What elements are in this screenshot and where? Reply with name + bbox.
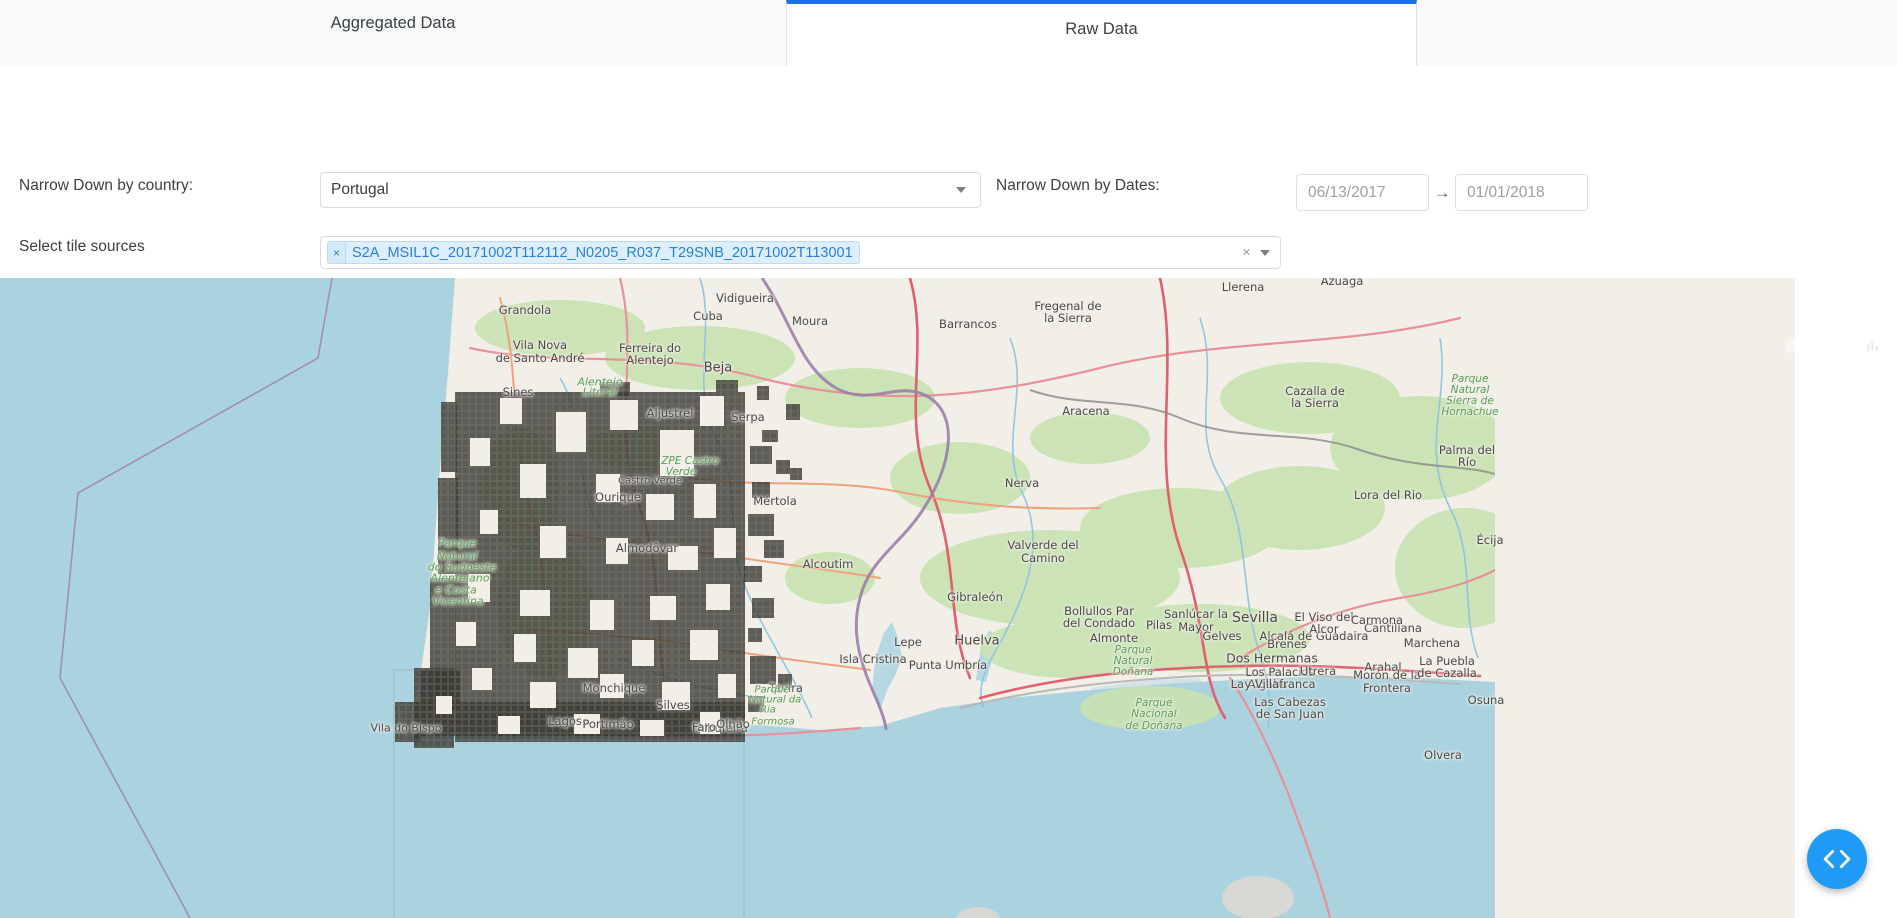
tile-sources-label: Select tile sources — [19, 238, 145, 255]
tile-source-chip[interactable]: × S2A_MSIL1C_20171002T112112_N0205_R037_… — [327, 241, 860, 264]
pan-icon[interactable] — [1820, 333, 1843, 356]
country-select[interactable]: Portugal — [320, 172, 981, 208]
date-range-arrow-icon: → — [1433, 182, 1451, 202]
map-controls — [1780, 333, 1883, 356]
tab-aggregated-data[interactable]: Aggregated Data — [0, 0, 786, 66]
date-range-group: 06/13/2017 → 01/01/2018 — [1296, 174, 1588, 211]
tile-sources-chip-list: × S2A_MSIL1C_20171002T112112_N0205_R037_… — [327, 241, 1234, 264]
chevron-down-icon — [956, 187, 966, 193]
chip-label: S2A_MSIL1C_20171002T112112_N0205_R037_T2… — [352, 244, 853, 261]
tab-aggregated-data-label: Aggregated Data — [330, 13, 456, 32]
home-icon[interactable] — [1780, 333, 1803, 356]
date-from-input[interactable]: 06/13/2017 — [1296, 174, 1429, 211]
country-select-value: Portugal — [331, 181, 389, 198]
dates-label: Narrow Down by Dates: — [996, 177, 1160, 194]
chart-icon[interactable] — [1860, 333, 1883, 356]
tab-raw-data[interactable]: Raw Data — [786, 0, 1417, 70]
code-view-fab-button[interactable] — [1807, 829, 1867, 889]
filter-form-panel: Narrow Down by country: Portugal Select … — [0, 66, 1897, 366]
clear-icon[interactable]: × — [1242, 245, 1251, 260]
tile-sources-multiselect[interactable]: × S2A_MSIL1C_20171002T112112_N0205_R037_… — [320, 236, 1281, 269]
tile-sources-controls: × — [1234, 245, 1274, 260]
chip-remove-icon[interactable]: × — [328, 242, 346, 263]
map-canvas — [0, 278, 1495, 918]
country-label: Narrow Down by country: — [19, 177, 194, 194]
chevron-down-icon[interactable] — [1260, 249, 1270, 256]
tab-bar: Aggregated Data Raw Data — [0, 0, 1897, 70]
tab-raw-data-label: Raw Data — [1065, 19, 1138, 38]
date-to-input[interactable]: 01/01/2018 — [1455, 174, 1588, 211]
map-container[interactable]: Vila Nova de Santo André Sines Grandola Alen… — [0, 278, 1897, 918]
tab-bar-filler — [1417, 0, 1897, 66]
code-brackets-icon — [1823, 849, 1851, 869]
map-right-gutter — [1795, 278, 1897, 918]
